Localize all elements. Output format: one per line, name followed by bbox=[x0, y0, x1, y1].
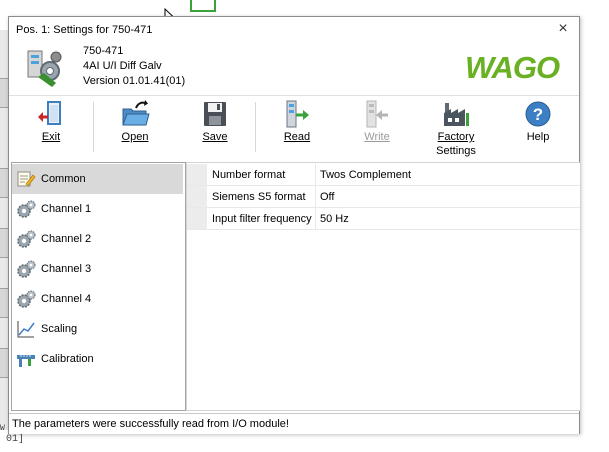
open-button[interactable]: Open bbox=[117, 96, 153, 160]
close-button[interactable]: × bbox=[553, 19, 573, 39]
background-text: W bbox=[0, 424, 5, 433]
property-value[interactable]: Off bbox=[320, 191, 334, 203]
nav-item-channel-3[interactable]: Channel 3 bbox=[12, 254, 183, 284]
nav-item-label: Channel 1 bbox=[41, 203, 92, 215]
nav-item-channel-2[interactable]: Channel 2 bbox=[12, 224, 183, 254]
line-graph-icon bbox=[17, 321, 35, 338]
property-row[interactable]: Number format Twos Complement bbox=[187, 164, 580, 186]
write-label: Write bbox=[364, 131, 390, 143]
settings-dialog: Pos. 1: Settings for 750-471 × 750-471 4… bbox=[8, 16, 581, 434]
property-row-gutter bbox=[187, 208, 207, 229]
save-button[interactable]: Save bbox=[197, 96, 233, 160]
nav-item-channel-1[interactable]: Channel 1 bbox=[12, 194, 183, 224]
nav-item-common[interactable]: Common bbox=[12, 164, 183, 194]
device-version: Version 01.01.41(01) bbox=[83, 75, 186, 87]
factory-settings-button[interactable]: Factory Settings bbox=[429, 96, 483, 160]
nav-item-label: Channel 2 bbox=[41, 233, 92, 245]
read-button[interactable]: Read bbox=[279, 96, 315, 160]
gears-icon bbox=[17, 230, 36, 248]
save-label: Save bbox=[202, 131, 228, 143]
property-column-divider bbox=[315, 208, 316, 229]
nav-item-label: Common bbox=[41, 173, 86, 185]
save-floppy-icon bbox=[204, 102, 226, 126]
svg-text:?: ? bbox=[533, 105, 543, 124]
property-row-gutter bbox=[187, 186, 207, 207]
read-label: Read bbox=[283, 131, 311, 143]
device-info: 750-471 4AI U/I Diff Galv Version 01.01.… bbox=[83, 44, 185, 89]
factory-icon bbox=[444, 103, 469, 126]
property-name: Input filter frequency bbox=[212, 213, 312, 225]
background-text: 01] bbox=[6, 434, 25, 445]
open-label: Open bbox=[121, 131, 149, 143]
nav-item-label: Scaling bbox=[41, 323, 78, 335]
status-bar: The parameters were successfully read fr… bbox=[9, 413, 579, 434]
property-row-gutter bbox=[187, 164, 207, 185]
wago-logo: WAGO bbox=[465, 50, 561, 83]
gears-icon bbox=[17, 290, 36, 308]
gears-icon bbox=[17, 260, 36, 278]
nav-item-channel-4[interactable]: Channel 4 bbox=[12, 284, 183, 314]
gears-icon bbox=[17, 200, 36, 218]
device-description: 4AI U/I Diff Galv bbox=[83, 60, 162, 72]
property-value[interactable]: Twos Complement bbox=[320, 169, 411, 181]
property-value[interactable]: 50 Hz bbox=[320, 213, 349, 225]
help-label: Help bbox=[526, 131, 550, 143]
nav-item-label: Channel 4 bbox=[41, 293, 92, 305]
write-to-module-icon bbox=[366, 100, 388, 128]
property-column-divider bbox=[315, 186, 316, 207]
exit-door-icon bbox=[38, 101, 61, 125]
factory-settings-label-line2: Settings bbox=[436, 145, 476, 157]
factory-settings-label-line1: Factory bbox=[437, 131, 475, 143]
device-part-number: 750-471 bbox=[83, 45, 124, 57]
read-from-module-icon bbox=[286, 100, 309, 128]
property-name: Number format bbox=[212, 169, 286, 181]
background-highlight-mark bbox=[190, 0, 216, 12]
nav-item-calibration[interactable]: Calibration bbox=[12, 344, 183, 374]
svg-text:WAGO: WAGO bbox=[465, 50, 560, 83]
exit-label: Exit bbox=[41, 131, 61, 143]
open-folder-icon bbox=[122, 100, 150, 126]
property-name: Siemens S5 format bbox=[212, 191, 306, 203]
status-message: The parameters were successfully read fr… bbox=[12, 418, 289, 430]
nav-item-label: Calibration bbox=[41, 353, 94, 365]
window-title: Pos. 1: Settings for 750-471 bbox=[16, 24, 153, 36]
title-bar[interactable]: Pos. 1: Settings for 750-471 × bbox=[9, 17, 579, 43]
device-header: 750-471 4AI U/I Diff Galv Version 01.01.… bbox=[9, 43, 579, 95]
property-column-divider bbox=[315, 164, 316, 185]
toolbar-separator bbox=[93, 102, 94, 152]
help-button[interactable]: ? Help bbox=[521, 96, 555, 160]
toolbar-separator bbox=[255, 102, 256, 152]
property-row[interactable]: Input filter frequency 50 Hz bbox=[187, 208, 580, 230]
device-settings-icon bbox=[27, 50, 62, 87]
help-question-icon: ? bbox=[525, 101, 551, 127]
settings-nav: Common Channel 1 Channel 2 Channel 3 Cha… bbox=[11, 162, 186, 411]
factory-settings-label: Factory Settings bbox=[429, 130, 483, 158]
nav-item-label: Channel 3 bbox=[41, 263, 92, 275]
toolbar: Exit Open Save Read Write Factory Settin… bbox=[9, 95, 579, 160]
write-button[interactable]: Write bbox=[359, 96, 395, 160]
property-grid: Number format Twos Complement Siemens S5… bbox=[186, 162, 581, 411]
caliper-icon bbox=[17, 355, 35, 367]
document-edit-icon bbox=[17, 171, 36, 187]
exit-button[interactable]: Exit bbox=[33, 96, 69, 160]
nav-item-scaling[interactable]: Scaling bbox=[12, 314, 183, 344]
property-row[interactable]: Siemens S5 format Off bbox=[187, 186, 580, 208]
